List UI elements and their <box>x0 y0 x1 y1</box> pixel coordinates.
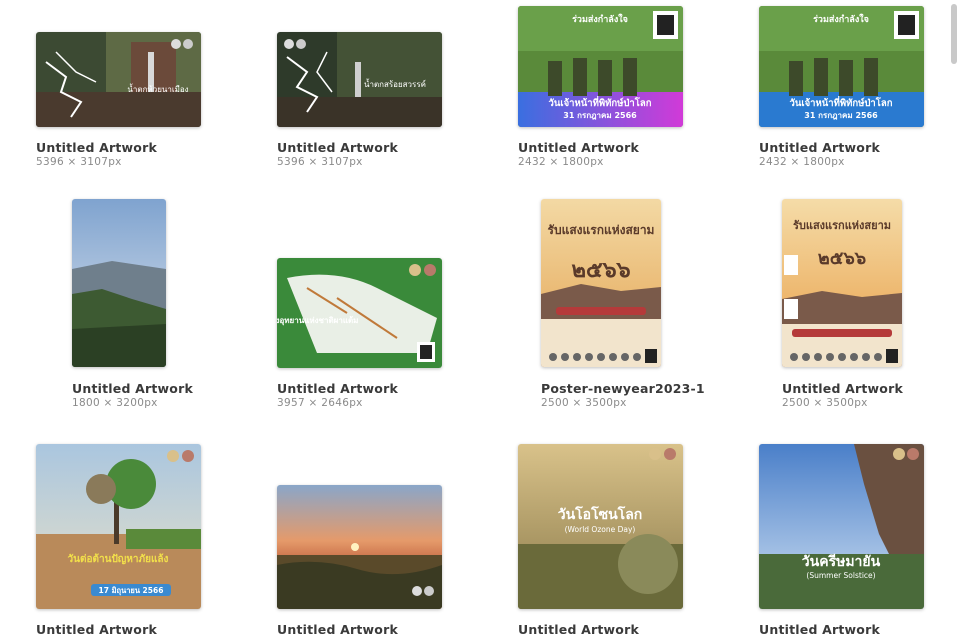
artwork-title: Untitled Artwork <box>759 622 880 637</box>
artwork-dimensions: 3957 × 2646px <box>277 397 363 409</box>
artwork-tile[interactable]: แผนผังอุทยานแห่งชาติผาแต้ม Untitled Artw… <box>240 190 480 420</box>
artwork-tile[interactable]: Untitled Artwork 1800 × 3200px <box>0 190 240 420</box>
artwork-title: Untitled Artwork <box>759 140 880 155</box>
artwork-thumbnail[interactable]: รับแสงแรกแห่งสยาม ๒๕๖๖ <box>782 199 902 367</box>
artwork-thumbnail[interactable]: ร่วมส่งกำลังใจ วันเจ้าหน้าที่พิทักษ์ป่าโ… <box>518 6 683 127</box>
artwork-title: Untitled Artwork <box>518 622 639 637</box>
thumbnail-caption: ๒๕๖๖ <box>818 248 866 269</box>
artwork-tile[interactable]: Untitled Artwork <box>240 430 480 637</box>
thumbnail-caption: ๒๕๖๖ <box>571 258 630 283</box>
artwork-title: Untitled Artwork <box>277 381 398 396</box>
thumbnail-caption: รับแสงแรกแห่งสยาม <box>548 223 655 237</box>
artwork-tile[interactable]: วันครีษมายัน (Summer Solstice) Untitled … <box>720 430 952 637</box>
artwork-thumbnail[interactable]: รับแสงแรกแห่งสยาม ๒๕๖๖ <box>541 199 661 367</box>
artwork-thumbnail[interactable]: วันต่อต้านปัญหาภัยแล้ง 17 มิถุนายน 2566 <box>36 444 201 609</box>
artwork-thumbnail[interactable]: ร่วมส่งกำลังใจ วันเจ้าหน้าที่พิทักษ์ป่าโ… <box>759 6 924 127</box>
artwork-tile[interactable]: ร่วมส่งกำลังใจ วันเจ้าหน้าที่พิทักษ์ป่าโ… <box>480 0 720 180</box>
artwork-tile[interactable]: น้ำตกห้วยนาเมือง Untitled Artwork 5396 ×… <box>0 0 240 180</box>
thumbnail-caption: ร่วมส่งกำลังใจ <box>813 13 869 25</box>
thumbnail-caption: วันเจ้าหน้าที่พิทักษ์ป่าโลก <box>790 95 893 109</box>
thumbnail-caption: น้ำตกสร้อยสวรรค์ <box>364 78 426 89</box>
artwork-tile[interactable]: รับแสงแรกแห่งสยาม ๒๕๖๖ Poster-newyear202… <box>480 190 720 420</box>
artwork-title: Untitled Artwork <box>36 622 157 637</box>
artwork-dimensions: 2432 × 1800px <box>518 156 604 168</box>
artwork-tile[interactable]: รับแสงแรกแห่งสยาม ๒๕๖๖ Untitled Artwork … <box>720 190 952 420</box>
artwork-thumbnail[interactable]: แผนผังอุทยานแห่งชาติผาแต้ม <box>277 258 442 368</box>
artwork-tile[interactable]: วันต่อต้านปัญหาภัยแล้ง 17 มิถุนายน 2566 … <box>0 430 240 637</box>
artwork-thumbnail[interactable]: น้ำตกสร้อยสวรรค์ <box>277 32 442 127</box>
vertical-scrollbar[interactable] <box>951 4 957 64</box>
thumbnail-caption: แผนผังอุทยานแห่งชาติผาแต้ม <box>277 315 358 326</box>
thumbnail-caption: รับแสงแรกแห่งสยาม <box>793 219 891 232</box>
artwork-thumbnail[interactable]: น้ำตกห้วยนาเมือง <box>36 32 201 127</box>
artwork-thumbnail[interactable]: วันโอโซนโลก (World Ozone Day) <box>518 444 683 609</box>
artwork-dimensions: 5396 × 3107px <box>277 156 363 168</box>
artwork-title: Untitled Artwork <box>72 381 193 396</box>
artwork-tile[interactable]: ร่วมส่งกำลังใจ วันเจ้าหน้าที่พิทักษ์ป่าโ… <box>720 0 952 180</box>
thumbnail-caption: วันครีษมายัน <box>802 554 881 570</box>
artwork-title: Untitled Artwork <box>277 140 398 155</box>
artwork-dimensions: 1800 × 3200px <box>72 397 158 409</box>
artwork-dimensions: 2500 × 3500px <box>541 397 627 409</box>
thumbnail-caption: 31 กรกฎาคม 2566 <box>804 111 878 120</box>
thumbnail-caption: 31 กรกฎาคม 2566 <box>563 111 637 120</box>
artwork-title: Untitled Artwork <box>277 622 398 637</box>
artwork-thumbnail[interactable] <box>277 485 442 609</box>
artwork-dimensions: 2500 × 3500px <box>782 397 868 409</box>
artwork-title: Untitled Artwork <box>518 140 639 155</box>
thumbnail-caption: (Summer Solstice) <box>806 571 875 580</box>
thumbnail-caption: วันต่อต้านปัญหาภัยแล้ง <box>68 553 169 565</box>
artwork-dimensions: 5396 × 3107px <box>36 156 122 168</box>
thumbnail-caption: น้ำตกห้วยนาเมือง <box>127 83 188 94</box>
thumbnail-caption: (World Ozone Day) <box>565 525 636 534</box>
artwork-tile[interactable]: น้ำตกสร้อยสวรรค์ Untitled Artwork 5396 ×… <box>240 0 480 180</box>
thumbnail-caption: วันเจ้าหน้าที่พิทักษ์ป่าโลก <box>549 95 652 109</box>
thumbnail-caption: 17 มิถุนายน 2566 <box>99 586 164 595</box>
thumbnail-caption: ร่วมส่งกำลังใจ <box>572 13 628 25</box>
artwork-tile[interactable]: วันโอโซนโลก (World Ozone Day) Untitled A… <box>480 430 720 637</box>
artwork-title: Untitled Artwork <box>36 140 157 155</box>
artwork-title: Poster-newyear2023-1 <box>541 381 705 396</box>
thumbnail-caption: วันโอโซนโลก <box>558 505 643 523</box>
artwork-thumbnail[interactable]: วันครีษมายัน (Summer Solstice) <box>759 444 924 609</box>
artwork-title: Untitled Artwork <box>782 381 903 396</box>
artwork-dimensions: 2432 × 1800px <box>759 156 845 168</box>
artwork-thumbnail[interactable] <box>72 199 166 367</box>
